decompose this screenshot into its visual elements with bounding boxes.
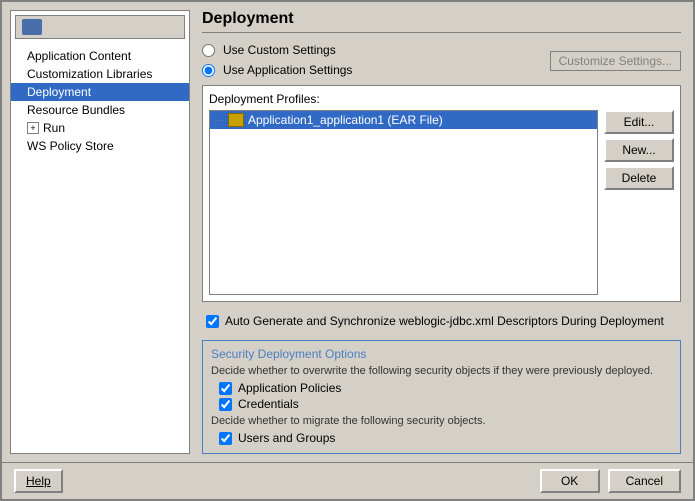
dialog-footer: Help OK Cancel — [2, 462, 693, 499]
app-policies-checkbox[interactable] — [219, 382, 232, 395]
sidebar-item-application-content[interactable]: Application Content — [11, 47, 189, 65]
sidebar-item-label: Application Content — [27, 49, 131, 63]
panel-title: Deployment — [202, 10, 681, 33]
radio-application-label[interactable]: Use Application Settings — [223, 63, 352, 77]
security-desc1: Decide whether to overwrite the followin… — [211, 365, 672, 377]
main-panel: Deployment Use Custom Settings Use Appli… — [190, 2, 693, 462]
cancel-button[interactable]: Cancel — [608, 469, 681, 493]
users-groups-checkbox[interactable] — [219, 432, 232, 445]
sidebar-item-label: Deployment — [27, 85, 91, 99]
ear-file-icon — [228, 113, 244, 127]
sidebar-item-label: Run — [43, 121, 65, 135]
credentials-checkbox[interactable] — [219, 398, 232, 411]
footer-right: OK Cancel — [540, 469, 681, 493]
auto-generate-label[interactable]: Auto Generate and Synchronize weblogic-j… — [225, 314, 664, 328]
users-groups-label[interactable]: Users and Groups — [238, 431, 335, 445]
radio-application-settings[interactable] — [202, 64, 215, 77]
radio-application-row: Use Application Settings — [202, 63, 352, 77]
edit-button[interactable]: Edit... — [604, 110, 674, 134]
profiles-list[interactable]: ··· Application1_application1 (EAR File) — [209, 110, 598, 295]
new-button[interactable]: New... — [604, 138, 674, 162]
profile-item[interactable]: ··· Application1_application1 (EAR File) — [210, 111, 597, 129]
sidebar-item-label: WS Policy Store — [27, 139, 114, 153]
security-title: Security Deployment Options — [211, 347, 672, 361]
credentials-row: Credentials — [211, 397, 672, 411]
footer-left: Help — [14, 469, 63, 493]
security-options: Security Deployment Options Decide wheth… — [202, 340, 681, 454]
sidebar-header — [15, 15, 185, 39]
deployment-dialog: Application Content Customization Librar… — [0, 0, 695, 501]
radio-custom-settings[interactable] — [202, 44, 215, 57]
radio-custom-label[interactable]: Use Custom Settings — [223, 43, 336, 57]
sidebar-item-label: Customization Libraries — [27, 67, 152, 81]
app-policies-label[interactable]: Application Policies — [238, 381, 341, 395]
sidebar: Application Content Customization Librar… — [10, 10, 190, 454]
profiles-buttons: Edit... New... Delete — [604, 110, 674, 295]
ok-button[interactable]: OK — [540, 469, 600, 493]
credentials-label[interactable]: Credentials — [238, 397, 299, 411]
users-groups-row: Users and Groups — [211, 431, 672, 445]
sidebar-item-ws-policy-store[interactable]: WS Policy Store — [11, 137, 189, 155]
sidebar-item-label: Resource Bundles — [27, 103, 125, 117]
customize-settings-button: Customize Settings... — [550, 51, 681, 71]
dialog-body: Application Content Customization Librar… — [2, 2, 693, 462]
radio-settings-row: Use Custom Settings Use Application Sett… — [202, 43, 681, 79]
app-policies-row: Application Policies — [211, 381, 672, 395]
profiles-label: Deployment Profiles: — [209, 92, 674, 106]
auto-generate-checkbox[interactable] — [206, 315, 219, 328]
auto-generate-row: Auto Generate and Synchronize weblogic-j… — [202, 308, 681, 334]
sidebar-item-customization-libraries[interactable]: Customization Libraries — [11, 65, 189, 83]
app-icon — [22, 19, 42, 35]
help-button[interactable]: Help — [14, 469, 63, 493]
expand-icon[interactable]: + — [27, 122, 39, 134]
sidebar-items: Application Content Customization Librar… — [11, 43, 189, 159]
sidebar-item-resource-bundles[interactable]: Resource Bundles — [11, 101, 189, 119]
sidebar-item-deployment[interactable]: Deployment — [11, 83, 189, 101]
profiles-content: ··· Application1_application1 (EAR File)… — [209, 110, 674, 295]
profile-item-label: Application1_application1 (EAR File) — [248, 113, 443, 127]
sidebar-item-run[interactable]: + Run — [11, 119, 189, 137]
radio-custom-row: Use Custom Settings — [202, 43, 352, 57]
delete-button[interactable]: Delete — [604, 166, 674, 190]
security-desc2: Decide whether to migrate the following … — [211, 415, 672, 427]
deployment-profiles-group: Deployment Profiles: ··· Application1_ap… — [202, 85, 681, 302]
profile-dots: ··· — [214, 115, 224, 126]
